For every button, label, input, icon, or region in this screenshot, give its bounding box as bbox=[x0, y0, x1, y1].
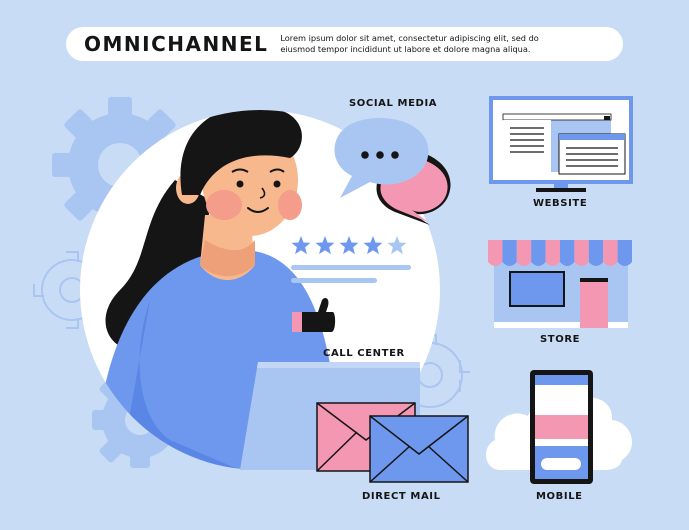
label-website: WEBSITE bbox=[533, 198, 588, 209]
awning-stripe bbox=[574, 240, 589, 266]
envelope-icon bbox=[369, 415, 469, 483]
monitor-icon bbox=[489, 96, 633, 192]
awning-stripe bbox=[560, 240, 575, 266]
description-line-2: eiusmod tempor incididunt ut labore et d… bbox=[280, 44, 531, 54]
storefront-icon bbox=[488, 240, 632, 328]
label-social-media: SOCIAL MEDIA bbox=[349, 98, 438, 109]
awning-stripe bbox=[531, 240, 546, 266]
awning-stripe bbox=[502, 240, 517, 266]
page-title: OMNICHANNEL bbox=[84, 32, 269, 56]
description-line-1: Lorem ipsum dolor sit amet, consectetur … bbox=[280, 33, 539, 43]
header-banner: OMNICHANNEL Lorem ipsum dolor sit amet, … bbox=[66, 27, 623, 61]
awning-stripe bbox=[617, 240, 632, 266]
awning-stripe bbox=[488, 240, 503, 266]
omnichannel-illustration: OMNICHANNEL Lorem ipsum dolor sit amet, … bbox=[0, 0, 689, 530]
awning-stripe bbox=[588, 240, 604, 266]
label-store: STORE bbox=[540, 334, 581, 345]
header-description: Lorem ipsum dolor sit amet, consectetur … bbox=[280, 33, 538, 55]
awning-stripe bbox=[603, 240, 618, 266]
label-call-center: CALL CENTER bbox=[323, 348, 405, 359]
label-mobile: MOBILE bbox=[536, 491, 583, 502]
awning-stripe bbox=[516, 240, 532, 266]
awning-stripe bbox=[545, 240, 560, 266]
smartphone-icon bbox=[530, 370, 593, 484]
illustration-canvas bbox=[33, 96, 633, 484]
label-direct-mail: DIRECT MAIL bbox=[362, 491, 441, 502]
